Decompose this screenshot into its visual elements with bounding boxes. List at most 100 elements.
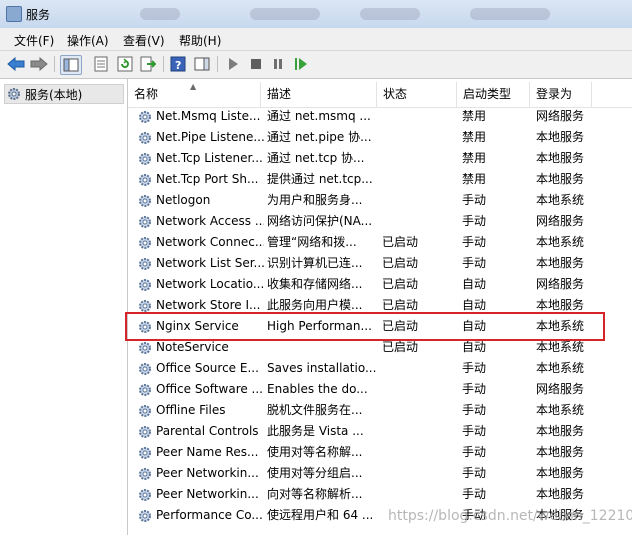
action-pane-icon [194, 57, 210, 71]
service-name-cell: Performance Co... [136, 505, 264, 526]
service-description: 提供通过 net.tcp... [267, 172, 373, 186]
service-name: Parental Controls [156, 424, 259, 438]
pause-service-button[interactable] [268, 55, 288, 73]
service-name-cell: Peer Name Res... [136, 442, 264, 463]
column-header-status[interactable]: 状态 [377, 82, 457, 107]
tree-node-label: 服务(本地) [25, 87, 83, 102]
service-row[interactable]: Network Store I... 此服务向用户模... 已启动 自动 本地服务 [128, 295, 632, 316]
service-row[interactable]: Office Source E... Saves installatio... 手动… [128, 358, 632, 379]
gear-icon [138, 446, 152, 460]
menu-action[interactable]: 操作(A) [67, 32, 109, 49]
service-description: 通过 net.pipe 协... [267, 130, 372, 144]
toolbar: ? [0, 51, 632, 79]
export-list-button[interactable] [138, 55, 158, 73]
service-row[interactable]: Network List Ser... 识别计算机已连... 已启动 手动 本地服务 [128, 253, 632, 274]
properties-button[interactable] [91, 55, 111, 73]
service-description: 识别计算机已连... [267, 256, 363, 270]
service-status: 已启动 [382, 340, 419, 354]
service-startup-type: 自动 [462, 277, 487, 291]
service-name-cell: Network Access ... [136, 211, 264, 232]
service-description: 使远程用户和 64 ... [267, 508, 374, 522]
column-header-startup-type[interactable]: 启动类型 [457, 82, 530, 107]
menu-file[interactable]: 文件(F) [14, 32, 54, 49]
refresh-button[interactable] [115, 55, 135, 73]
service-log-on-as: 本地服务 [536, 130, 585, 144]
service-row[interactable]: Offline Files 脱机文件服务在... 手动 本地系统 [128, 400, 632, 421]
service-description [267, 337, 380, 358]
gear-icon [7, 87, 21, 101]
service-status: 已启动 [382, 319, 419, 333]
list-page-icon [94, 56, 108, 72]
service-startup-type: 手动 [462, 382, 487, 396]
service-row[interactable]: Net.Msmq Liste... 通过 net.msmq ... 禁用 网络服务 [128, 106, 632, 127]
service-row[interactable]: Peer Networkin... 使用对等分组启... 手动 本地服务 [128, 463, 632, 484]
service-status [382, 463, 460, 484]
title-bar: 服务 [0, 0, 632, 29]
service-row[interactable]: Nginx Service High Performan... 已启动 自动 本地系统 [128, 316, 632, 337]
menu-help[interactable]: 帮助(H) [179, 32, 221, 49]
back-arrow-icon [7, 57, 25, 71]
service-row[interactable]: Peer Networkin... 向对等名称解析... 手动 本地服务 [128, 484, 632, 505]
service-name: Peer Networkin... [156, 487, 259, 501]
service-name: Network Connec... [156, 235, 264, 249]
service-log-on-as: 本地系统 [536, 193, 585, 207]
service-log-on-as: 本地服务 [536, 445, 585, 459]
refresh-icon [117, 56, 133, 72]
start-service-button[interactable] [223, 55, 243, 73]
restart-service-button[interactable] [291, 55, 311, 73]
gear-icon [138, 194, 152, 208]
service-row[interactable]: Parental Controls 此服务是 Vista ... 手动 本地服务 [128, 421, 632, 442]
service-row[interactable]: NoteService 已启动 自动 本地系统 [128, 337, 632, 358]
service-description: 脱机文件服务在... [267, 403, 363, 417]
service-log-on-as: 本地服务 [536, 487, 585, 501]
forward-button[interactable] [29, 55, 49, 73]
service-startup-type: 手动 [462, 445, 487, 459]
show-console-tree-button[interactable] [60, 55, 82, 75]
service-name-cell: Network Connec... [136, 232, 264, 253]
service-row[interactable]: Net.Tcp Listener... 通过 net.tcp 协... 禁用 本地服务 [128, 148, 632, 169]
service-name: NoteService [156, 340, 229, 354]
service-row[interactable]: Network Locatio... 收集和存储网络... 已启动 自动 网络服务 [128, 274, 632, 295]
service-description: 网络访问保护(NA... [267, 214, 373, 228]
column-header-name[interactable]: ▲ 名称 [128, 82, 261, 107]
service-status [382, 484, 460, 505]
service-description: 收集和存储网络... [267, 277, 363, 291]
gear-icon [138, 173, 152, 187]
service-description: 向对等名称解析... [267, 487, 363, 501]
service-startup-type: 手动 [462, 193, 487, 207]
service-log-on-as: 本地系统 [536, 361, 585, 375]
service-startup-type: 手动 [462, 487, 487, 501]
show-action-pane-button[interactable] [192, 55, 212, 73]
column-header-log-on-as[interactable]: 登录为 [530, 82, 592, 107]
column-header-description[interactable]: 描述 [261, 82, 377, 107]
stop-service-button[interactable] [246, 55, 266, 73]
service-startup-type: 手动 [462, 424, 487, 438]
service-startup-type: 手动 [462, 214, 487, 228]
service-name-cell: Netlogon [136, 190, 264, 211]
back-button[interactable] [6, 55, 26, 73]
service-row[interactable]: Network Access ... 网络访问保护(NA... 手动 网络服务 [128, 211, 632, 232]
help-icon: ? [170, 56, 186, 72]
service-status: 已启动 [382, 256, 419, 270]
service-description: 使用对等名称解... [267, 445, 363, 459]
service-startup-type: 禁用 [462, 109, 487, 123]
service-name-cell: Peer Networkin... [136, 463, 264, 484]
service-name: Net.Tcp Port Sh... [156, 172, 259, 186]
service-row[interactable]: Network Connec... 管理“网络和拨... 已启动 手动 本地系统 [128, 232, 632, 253]
gear-icon [138, 341, 152, 355]
service-row[interactable]: Net.Tcp Port Sh... 提供通过 net.tcp... 禁用 本地服务 [128, 169, 632, 190]
service-row[interactable]: Netlogon 为用户和服务身... 手动 本地系统 [128, 190, 632, 211]
menu-view[interactable]: 查看(V) [123, 32, 165, 49]
service-row[interactable]: Peer Name Res... 使用对等名称解... 手动 本地服务 [128, 442, 632, 463]
service-description: 使用对等分组启... [267, 466, 363, 480]
tree-node-services-local[interactable]: 服务(本地) [4, 84, 124, 104]
service-row[interactable]: Office Software ... Enables the do... 手动 网络… [128, 379, 632, 400]
service-description: 通过 net.tcp 协... [267, 151, 365, 165]
gear-icon [138, 467, 152, 481]
service-name-cell: Offline Files [136, 400, 264, 421]
help-button[interactable]: ? [168, 55, 188, 73]
service-row[interactable]: Net.Pipe Listene... 通过 net.pipe 协... 禁用 本地服… [128, 127, 632, 148]
console-tree-icon [63, 58, 79, 72]
service-status [382, 442, 460, 463]
service-name: Net.Tcp Listener... [156, 151, 263, 165]
